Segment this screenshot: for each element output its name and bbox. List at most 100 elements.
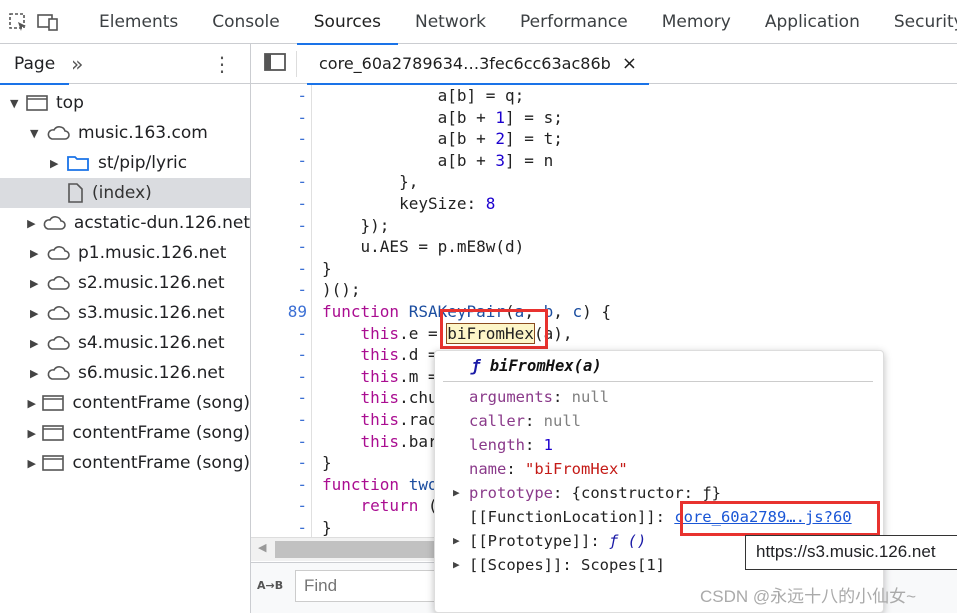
collapsed-arrow-icon[interactable]: ▶: [30, 367, 42, 380]
prop-name: name: "biFromHex": [469, 460, 628, 478]
code-token: function: [322, 302, 400, 321]
file-tab[interactable]: core_60a2789634…3fec6cc63ac86b ×: [307, 44, 649, 85]
line-number: -: [297, 474, 307, 494]
code-token: ,: [553, 302, 573, 321]
more-tabs-button[interactable]: »: [71, 52, 83, 76]
tree-item[interactable]: ▶ p1.music.126.net: [0, 238, 250, 268]
cloud-icon: [46, 244, 70, 262]
line-number: -: [297, 280, 307, 300]
scroll-left-icon[interactable]: ◀: [258, 541, 266, 554]
tree-item-label: contentFrame (song): [72, 393, 250, 413]
line-number: -: [297, 194, 307, 213]
tab-sources[interactable]: Sources: [296, 0, 399, 45]
collapsed-arrow-icon[interactable]: ▶: [27, 217, 38, 230]
tree-item[interactable]: ▶ s4.music.126.net: [0, 328, 250, 358]
tree-item[interactable]: (index): [0, 178, 250, 208]
tree-item-label: contentFrame (song): [72, 453, 250, 473]
code-token: this: [360, 410, 400, 429]
collapsed-arrow-icon[interactable]: ▶: [27, 427, 38, 440]
prop-scopes[interactable]: ▶ [[Scopes]]: Scopes[1]: [453, 553, 665, 577]
close-tab-icon[interactable]: ×: [622, 53, 637, 74]
more-options-icon[interactable]: ⋮: [212, 52, 232, 76]
tree-item-label: music.163.com: [78, 123, 208, 143]
line-number: -: [297, 86, 307, 105]
tree-item-label: s2.music.126.net: [78, 273, 225, 293]
code-token: a[b +: [322, 129, 496, 149]
tree-item[interactable]: ▼ top: [0, 88, 250, 118]
tree-item[interactable]: ▶ contentFrame (song): [0, 448, 250, 478]
frame-icon: [42, 424, 65, 442]
collapsed-arrow-icon[interactable]: ▶: [30, 247, 42, 260]
line-number: -: [297, 150, 307, 170]
collapsed-arrow-icon[interactable]: ▶: [30, 277, 42, 290]
collapsed-arrow-icon[interactable]: ▶: [30, 337, 42, 350]
frame-icon: [42, 454, 65, 472]
line-number: -: [297, 345, 307, 365]
code-token: }: [322, 453, 332, 473]
toggle-navigator-icon[interactable]: [264, 52, 286, 76]
code-token: 3: [495, 150, 506, 170]
line-number: -: [297, 453, 307, 473]
tree-item[interactable]: ▶ st/pip/lyric: [0, 148, 250, 178]
tree-item-label: contentFrame (song): [72, 423, 250, 443]
tab-network[interactable]: Network: [398, 0, 503, 44]
line-number: -: [297, 258, 307, 278]
tab-security[interactable]: Security: [877, 0, 957, 44]
tree-item[interactable]: ▶ s3.music.126.net: [0, 298, 250, 328]
cloud-icon: [42, 214, 66, 232]
replace-toggle-button[interactable]: A→B: [257, 579, 283, 592]
device-toggle-icon[interactable]: [36, 7, 60, 37]
expand-icon: ▶: [453, 486, 460, 499]
tab-application[interactable]: Application: [748, 0, 877, 44]
code-token: u.AES = p.mE8w(d): [322, 237, 525, 257]
code-token: });: [322, 215, 390, 235]
devtools-toolbar: Elements Console Sources Network Performance…: [0, 0, 957, 45]
line-number: -: [297, 215, 307, 235]
tree-item[interactable]: ▶ contentFrame (song): [0, 388, 250, 418]
line-number: -: [297, 388, 307, 408]
code-token: a[b +: [322, 150, 496, 170]
tree-item[interactable]: ▼ music.163.com: [0, 118, 250, 148]
expanded-arrow-icon[interactable]: ▼: [30, 127, 42, 140]
navigator-panel: Page » ⋮ ▼ top ▼ music.163.com ▶ st/pip/lyric…: [0, 44, 251, 613]
tab-elements[interactable]: Elements: [82, 0, 195, 44]
code-token: 8: [485, 194, 496, 213]
code-line: - });: [251, 215, 957, 237]
folder-icon: [66, 154, 90, 172]
tab-performance[interactable]: Performance: [503, 0, 645, 44]
tree-item[interactable]: ▶ acstatic-dun.126.net: [0, 208, 250, 238]
line-number: -: [297, 237, 307, 257]
expanded-arrow-icon[interactable]: ▼: [10, 97, 22, 110]
tree-item-label: s4.music.126.net: [78, 333, 225, 353]
tree-item-label: s3.music.126.net: [78, 303, 225, 323]
prop-arguments: arguments: null: [469, 388, 609, 406]
cloud-icon: [46, 274, 70, 292]
cloud-icon: [46, 334, 70, 352]
prop-internal-prototype[interactable]: ▶ [[Prototype]]: ƒ (): [453, 529, 646, 553]
tab-console[interactable]: Console: [195, 0, 297, 44]
annotation-box-bifromhex: [440, 309, 548, 349]
tab-memory[interactable]: Memory: [645, 0, 748, 44]
code-token: this: [360, 431, 400, 451]
inspect-element-icon[interactable]: [8, 7, 28, 37]
code-line: - a[b + 1] = s;: [251, 107, 957, 129]
collapsed-arrow-icon[interactable]: ▶: [30, 307, 42, 320]
collapsed-arrow-icon[interactable]: ▶: [27, 397, 38, 410]
collapsed-arrow-icon[interactable]: ▶: [50, 157, 62, 170]
line-number: -: [297, 366, 307, 386]
tree-item[interactable]: ▶ s6.music.126.net: [0, 358, 250, 388]
code-token: .bar: [399, 431, 438, 451]
code-line: - },: [251, 171, 957, 193]
tree-item[interactable]: ▶ s2.music.126.net: [0, 268, 250, 298]
tree-item-label: s6.music.126.net: [78, 363, 225, 383]
tree-item-label: top: [56, 93, 84, 113]
tab-page[interactable]: Page: [0, 44, 70, 85]
tree-item[interactable]: ▶ contentFrame (song): [0, 418, 250, 448]
code-token: ] = s;: [505, 107, 563, 127]
line-number: -: [297, 107, 307, 127]
collapsed-arrow-icon[interactable]: ▶: [27, 457, 38, 470]
